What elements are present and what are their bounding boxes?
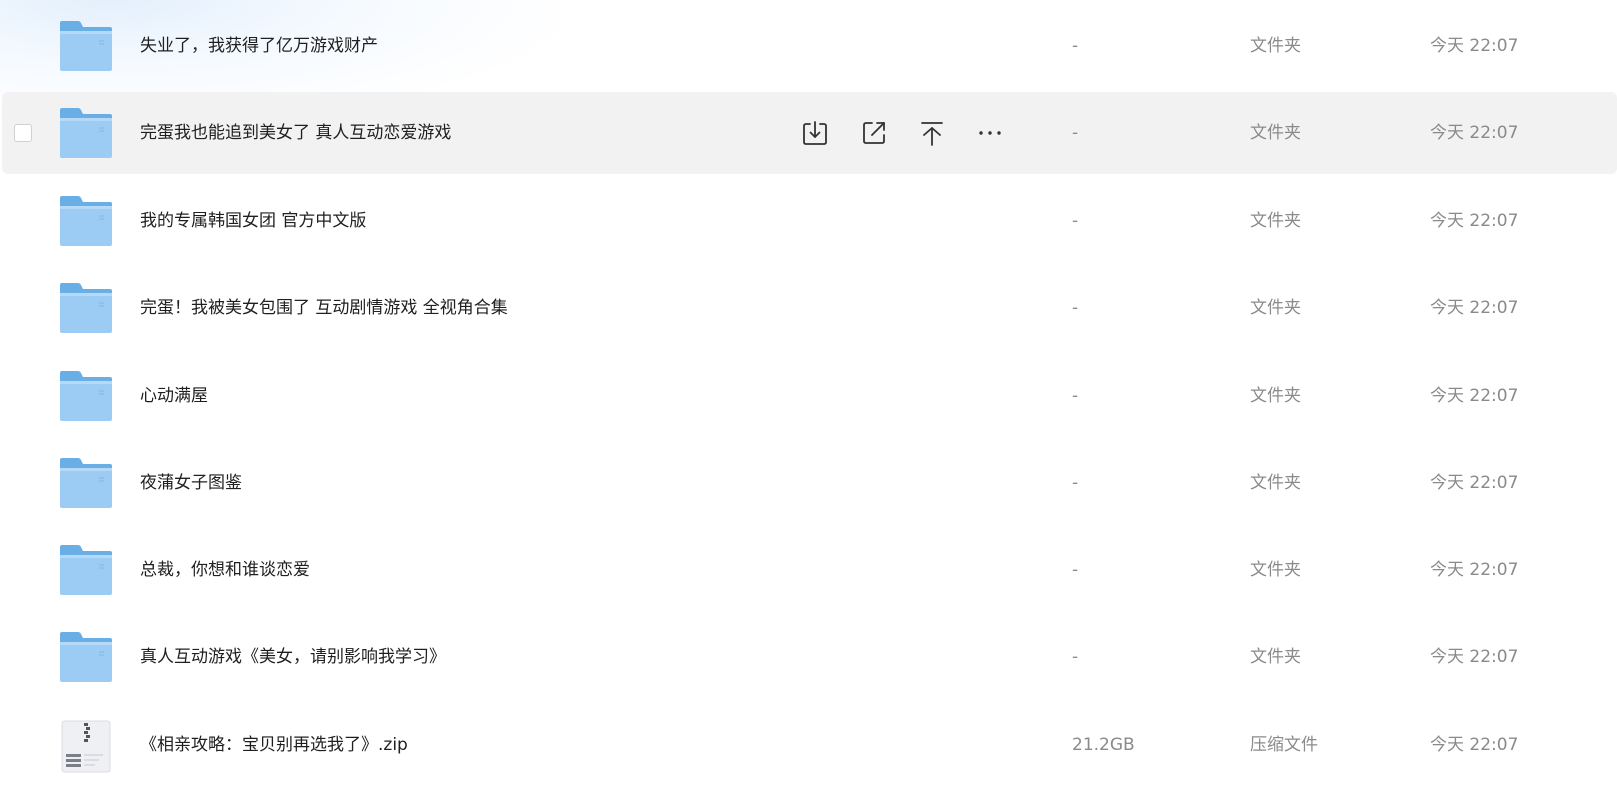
file-modified-time: 今天 22:07	[1430, 560, 1519, 580]
file-size: 21.2GB	[1072, 735, 1135, 755]
file-size: -	[1072, 473, 1079, 493]
download-button[interactable]	[795, 113, 835, 153]
file-name[interactable]: 夜蒲女子图鉴	[140, 442, 242, 524]
file-size: -	[1072, 298, 1079, 318]
file-type: 文件夹	[1250, 211, 1301, 231]
pin-to-top-button[interactable]	[912, 113, 952, 153]
file-size: -	[1072, 647, 1079, 667]
row-checkbox[interactable]	[14, 124, 32, 142]
file-row[interactable]: 完蛋！我被美女包围了 互动剧情游戏 全视角合集 - 文件夹 今天 22:07	[2, 267, 1617, 349]
file-row[interactable]: 真人互动游戏《美女，请别影响我学习》 - 文件夹 今天 22:07	[2, 616, 1617, 698]
file-size: -	[1072, 386, 1079, 406]
file-name[interactable]: 完蛋！我被美女包围了 互动剧情游戏 全视角合集	[140, 267, 508, 349]
file-name[interactable]: 失业了，我获得了亿万游戏财产	[140, 5, 378, 87]
zip-file-icon	[59, 719, 113, 773]
file-name[interactable]: 总裁，你想和谁谈恋爱	[140, 529, 310, 611]
file-list: 失业了，我获得了亿万游戏财产 - 文件夹 今天 22:07 完蛋我也能追到美女了…	[0, 0, 1617, 811]
file-type: 文件夹	[1250, 298, 1301, 318]
file-row[interactable]: 夜蒲女子图鉴 - 文件夹 今天 22:07	[2, 442, 1617, 524]
file-name[interactable]: 《相亲攻略：宝贝别再选我了》.zip	[140, 704, 408, 786]
file-type: 文件夹	[1250, 473, 1301, 493]
file-row[interactable]: 《相亲攻略：宝贝别再选我了》.zip 21.2GB 压缩文件 今天 22:07	[2, 704, 1617, 786]
more-icon	[979, 131, 1001, 135]
file-size: -	[1072, 123, 1079, 143]
file-modified-time: 今天 22:07	[1430, 298, 1519, 318]
file-modified-time: 今天 22:07	[1430, 36, 1519, 56]
file-row-hovered[interactable]: 完蛋我也能追到美女了 真人互动恋爱游戏 - 文件夹 今天 22:07	[2, 92, 1617, 174]
file-name[interactable]: 真人互动游戏《美女，请别影响我学习》	[140, 616, 446, 698]
share-icon	[863, 122, 885, 144]
file-size: -	[1072, 36, 1079, 56]
file-size: -	[1072, 560, 1079, 580]
file-name[interactable]: 完蛋我也能追到美女了 真人互动恋爱游戏	[140, 92, 451, 174]
file-type: 文件夹	[1250, 647, 1301, 667]
folder-icon	[59, 282, 113, 334]
file-modified-time: 今天 22:07	[1430, 473, 1519, 493]
file-type: 文件夹	[1250, 386, 1301, 406]
folder-icon	[59, 370, 113, 422]
file-modified-time: 今天 22:07	[1430, 211, 1519, 231]
file-type: 文件夹	[1250, 560, 1301, 580]
file-row[interactable]: 总裁，你想和谁谈恋爱 - 文件夹 今天 22:07	[2, 529, 1617, 611]
folder-icon	[59, 631, 113, 683]
download-icon	[803, 121, 827, 145]
file-modified-time: 今天 22:07	[1430, 647, 1519, 667]
folder-icon	[59, 544, 113, 596]
file-name[interactable]: 心动满屋	[140, 355, 208, 437]
folder-icon	[59, 457, 113, 509]
file-type: 文件夹	[1250, 36, 1301, 56]
file-modified-time: 今天 22:07	[1430, 735, 1519, 755]
more-button[interactable]	[970, 113, 1010, 153]
pin-to-top-icon	[921, 122, 943, 146]
file-modified-time: 今天 22:07	[1430, 386, 1519, 406]
file-row[interactable]: 心动满屋 - 文件夹 今天 22:07	[2, 355, 1617, 437]
file-type: 压缩文件	[1250, 735, 1318, 755]
share-button[interactable]	[854, 113, 894, 153]
folder-icon	[59, 20, 113, 72]
file-modified-time: 今天 22:07	[1430, 123, 1519, 143]
file-size: -	[1072, 211, 1079, 231]
file-row[interactable]: 失业了，我获得了亿万游戏财产 - 文件夹 今天 22:07	[2, 5, 1617, 87]
folder-icon	[59, 195, 113, 247]
folder-icon	[59, 107, 113, 159]
file-type: 文件夹	[1250, 123, 1301, 143]
file-row[interactable]: 我的专属韩国女团 官方中文版 - 文件夹 今天 22:07	[2, 180, 1617, 262]
file-name[interactable]: 我的专属韩国女团 官方中文版	[140, 180, 366, 262]
